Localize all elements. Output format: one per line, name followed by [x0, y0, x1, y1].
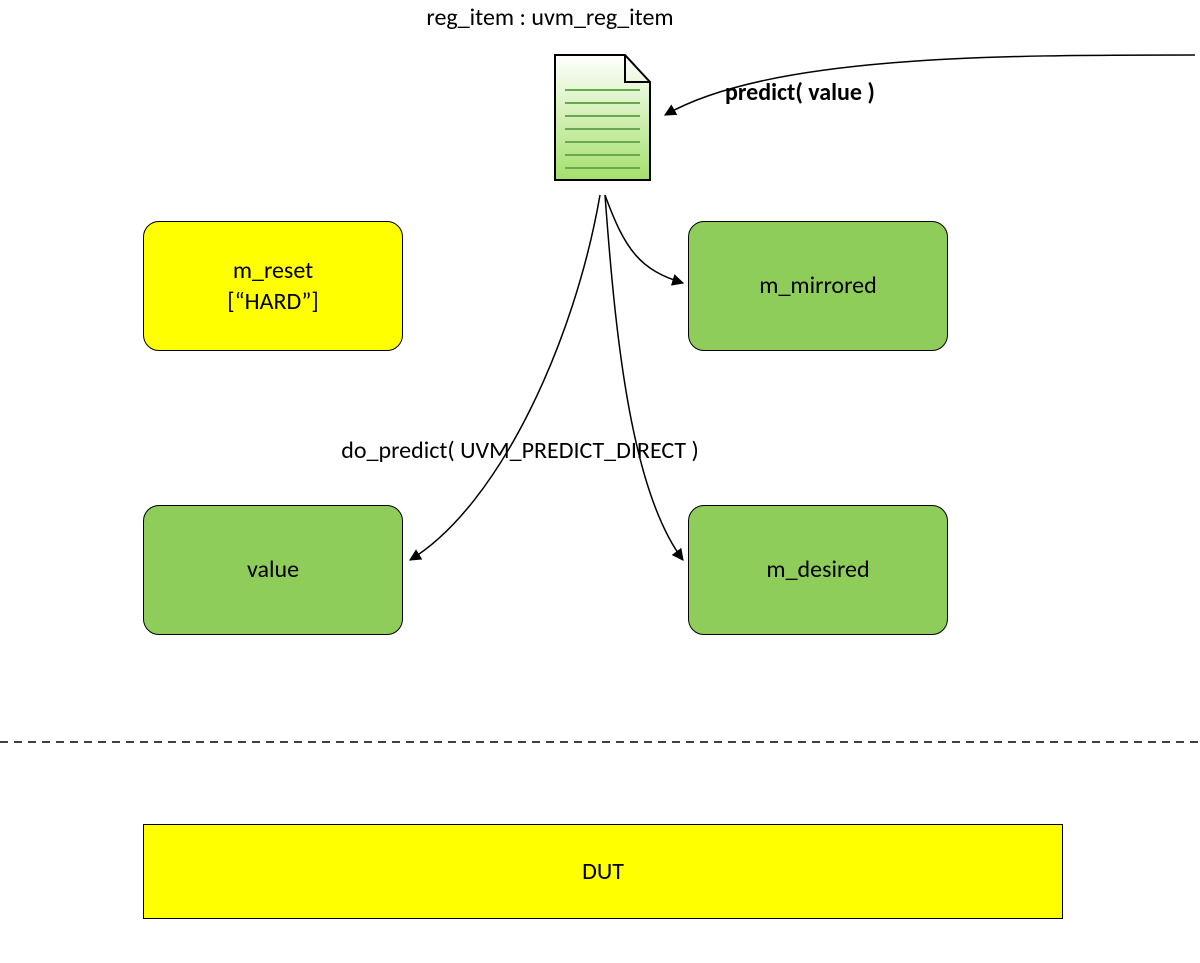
m-mirrored-box: m_mirrored [688, 221, 948, 351]
arrow-to-desired [605, 195, 683, 560]
title-label: reg_item : uvm_reg_item [350, 3, 750, 32]
dut-box: DUT [143, 824, 1063, 919]
document-icon [555, 55, 650, 180]
predict-label: predict( value ) [725, 78, 945, 107]
m-reset-box: m_reset [“HARD”] [143, 221, 403, 351]
value-box: value [143, 505, 403, 635]
do-predict-label: do_predict( UVM_PREDICT_DIRECT ) [270, 436, 770, 465]
diagram-overlay [0, 0, 1200, 963]
arrow-to-mirrored [605, 195, 683, 283]
m-desired-box: m_desired [688, 505, 948, 635]
arrow-to-value [410, 195, 600, 560]
